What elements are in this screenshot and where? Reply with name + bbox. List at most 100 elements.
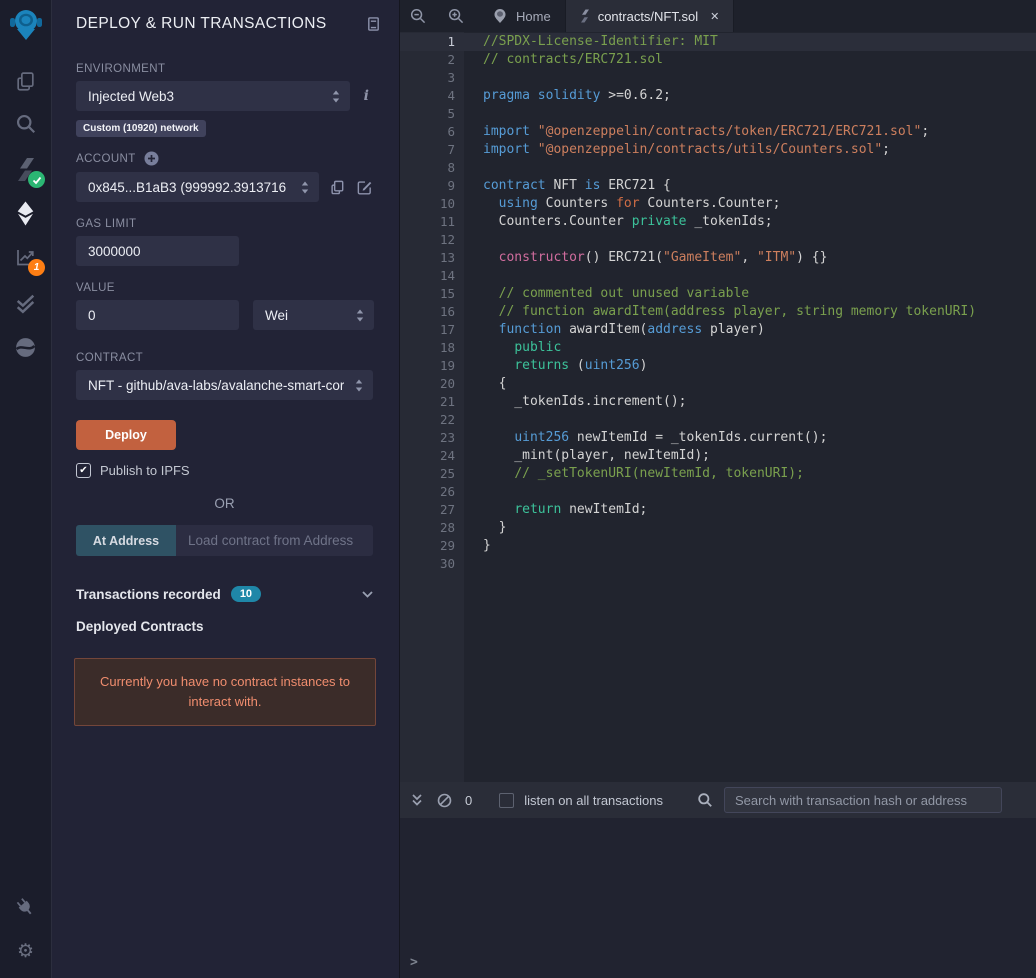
deployed-contracts-label: Deployed Contracts (76, 619, 204, 634)
select-caret-icon (356, 309, 364, 321)
terminal-output[interactable]: > (400, 818, 1036, 978)
code-line: 19 returns (uint256) (439, 358, 648, 373)
sidebar-item-file-explorer[interactable] (0, 60, 51, 102)
double-check-icon (16, 294, 35, 314)
transactions-recorded-label: Transactions recorded (76, 586, 221, 602)
code-line: 21 _tokenIds.increment(); (439, 394, 687, 409)
gear-icon: ⚙ (16, 940, 35, 962)
terminal-search-input[interactable] (724, 787, 1002, 813)
or-divider: OR (214, 496, 235, 511)
terminal-prompt: > (410, 955, 418, 970)
transactions-recorded-row[interactable]: Transactions recorded 10 (76, 586, 373, 602)
collapse-terminal-icon[interactable] (410, 793, 424, 807)
zoom-out-icon[interactable] (410, 8, 426, 24)
code-line: 1//SPDX-License-Identifier: MIT (400, 33, 1036, 51)
code-line: 23 uint256 newItemId = _tokenIds.current… (439, 430, 828, 445)
code-line: 26 (439, 484, 455, 499)
code-line: 29} (439, 538, 491, 553)
code-line: 24 _mint(player, newItemId); (439, 448, 710, 463)
code-line: 12 (439, 232, 455, 247)
select-caret-icon (332, 90, 339, 102)
remix-logo[interactable] (0, 4, 51, 48)
contract-label: CONTRACT (76, 352, 144, 364)
code-line: 28 } (439, 520, 507, 535)
at-address-input[interactable] (176, 525, 373, 556)
code-line: 11 Counters.Counter private _tokenIds; (439, 214, 773, 229)
terminal-toolbar: 0 listen on all transactions (400, 782, 1036, 818)
publish-checkbox-label: Publish to IPFS (100, 463, 190, 478)
code-line: 15 // commented out unused variable (439, 286, 750, 301)
value-input[interactable] (76, 300, 239, 330)
code-line: 20 { (439, 376, 507, 391)
listen-transactions-checkbox[interactable] (499, 792, 515, 808)
publish-to-ipfs-row[interactable]: ✔ Publish to IPFS (76, 463, 373, 478)
remix-logo-icon (9, 10, 42, 40)
code-line: 13 constructor() ERC721("GameItem", "ITM… (439, 250, 828, 265)
at-address-button[interactable]: At Address (76, 525, 176, 556)
sidebar-item-solidity-compiler[interactable] (0, 148, 51, 190)
search-icon (16, 114, 35, 134)
panel-title: DEPLOY & RUN TRANSACTIONS (76, 15, 327, 32)
value-unit-select[interactable]: Wei (253, 300, 374, 330)
remix-ide-window: 1 ⚙ DEPLOY & RUN TRANSACTIONS ENVIRONMEN… (0, 0, 1036, 978)
close-tab-icon[interactable]: ✕ (710, 10, 719, 23)
code-line: 30 (439, 556, 455, 571)
editor-tabbar: Home contracts/NFT.sol ✕ (400, 0, 1036, 32)
listen-transactions-label: listen on all transactions (524, 792, 663, 808)
sidebar-item-deploy-run[interactable] (0, 192, 51, 234)
clear-console-icon[interactable] (437, 793, 452, 808)
copy-account-icon[interactable] (329, 179, 346, 196)
code-line: 27 return newItemId; (439, 502, 648, 517)
remix-home-icon (494, 9, 506, 23)
code-line: 14 (439, 268, 455, 283)
file-explorer-icon (17, 71, 34, 91)
environment-select[interactable]: Injected Web3 (76, 81, 350, 111)
environment-label: ENVIRONMENT (76, 63, 166, 75)
icon-sidebar: 1 ⚙ (0, 0, 52, 978)
gas-limit-input[interactable] (76, 236, 239, 266)
edit-account-icon[interactable] (356, 179, 373, 196)
account-select[interactable]: 0x845...B1aB3 (999992.3913716 (76, 172, 319, 202)
tab-home[interactable]: Home (478, 0, 566, 32)
code-line: 16 // function awardItem(address player,… (439, 304, 977, 319)
sidebar-item-search[interactable] (0, 103, 51, 145)
sidebar-item-settings[interactable]: ⚙ (0, 930, 51, 972)
debugger-icon (15, 337, 36, 357)
check-icon (32, 176, 41, 184)
contract-select[interactable]: NFT - github/ava-labs/avalanche-smart-co… (76, 370, 373, 400)
account-label: ACCOUNT (76, 152, 136, 165)
code-line: 5 (447, 106, 455, 121)
analytics-notification-badge: 1 (28, 259, 45, 276)
transactions-count-badge: 10 (230, 586, 262, 602)
gas-limit-label: GAS LIMIT (76, 218, 137, 230)
code-line: 3 (447, 70, 455, 85)
value-label: VALUE (76, 282, 115, 294)
deploy-button[interactable]: Deploy (76, 420, 176, 450)
code-line: 7 import "@openzeppelin/contracts/utils/C… (447, 142, 890, 157)
code-line: 10 using Counters for Counters.Counter; (439, 196, 781, 211)
select-caret-icon (355, 379, 363, 391)
environment-info-icon[interactable]: i (360, 88, 373, 104)
sidebar-item-plugin-manager[interactable] (0, 886, 51, 928)
sidebar-item-debugger[interactable] (0, 326, 51, 368)
sidebar-item-analytics[interactable]: 1 (0, 236, 51, 278)
code-line: 6 import "@openzeppelin/contracts/token/E… (447, 124, 930, 139)
code-line: 22 (439, 412, 455, 427)
editor-area: Home contracts/NFT.sol ✕ 1//SPDX-License… (400, 0, 1036, 978)
code-line: 2// contracts/ERC721.sol (447, 52, 664, 67)
add-account-icon[interactable] (144, 151, 159, 166)
code-line: 17 function awardItem(address player) (439, 322, 765, 337)
sidebar-item-static-analysis[interactable] (0, 282, 51, 324)
chevron-down-icon[interactable] (362, 590, 373, 598)
documentation-book-icon[interactable] (366, 16, 381, 32)
code-editor[interactable]: 1//SPDX-License-Identifier: MIT 2// contr… (400, 32, 1036, 782)
publish-checkbox[interactable]: ✔ (76, 463, 91, 478)
code-line: 25 // _setTokenURI(newItemId, tokenURI); (439, 466, 804, 481)
terminal-tx-count: 0 (465, 792, 473, 808)
tab-contracts-nft-sol[interactable]: contracts/NFT.sol ✕ (565, 0, 735, 32)
zoom-in-icon[interactable] (448, 8, 464, 24)
deploy-run-icon (17, 201, 34, 225)
plug-icon (16, 897, 32, 914)
code-lines: 1//SPDX-License-Identifier: MIT 2// contr… (400, 32, 1036, 573)
code-line: 9 contract NFT is ERC721 { (447, 178, 671, 193)
